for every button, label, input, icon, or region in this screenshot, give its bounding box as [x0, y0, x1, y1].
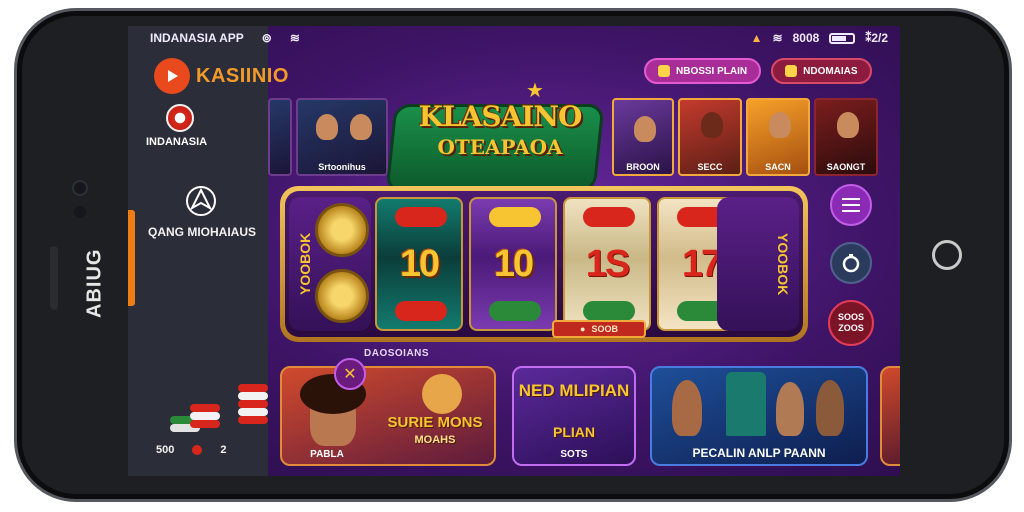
- app-screen: INDANASIA APP ⊚ ≋ ▲ ≋ 8008 ⁑2/2 KASIINIO…: [128, 26, 900, 476]
- footer-value-right: 2: [220, 444, 227, 456]
- nav-item-label[interactable]: QANG MIOHAIAUS: [144, 224, 260, 240]
- game-card-title: NED MLIPIAN: [518, 381, 630, 400]
- spin-button[interactable]: ● SOOB: [552, 320, 646, 338]
- slot-side-text-left: YOOBOK: [297, 232, 313, 296]
- hero-title: KLASAINO: [418, 100, 583, 133]
- games-section-label: DAOSOIANS: [364, 348, 430, 359]
- sidebar-footer: 500 2: [156, 444, 226, 456]
- slot-reels-area: YOOBOK 10 10 1S 17 YOOBOK: [285, 191, 803, 337]
- wifi-icon: ≋: [289, 31, 300, 45]
- hamburger-icon: [842, 198, 860, 212]
- bonus-label: SOOS ZOOS: [837, 312, 864, 333]
- banner-thumb[interactable]: Srtoonihus: [296, 98, 388, 176]
- front-camera-icon: [72, 180, 88, 196]
- slot-side-panel-left: YOOBOK: [289, 197, 371, 331]
- game-card-caption: SOTS: [560, 449, 588, 460]
- play-icon: [154, 58, 190, 94]
- bonus-button[interactable]: SOOS ZOOS: [828, 300, 874, 346]
- phone-bezel-left: ABIUG: [22, 24, 122, 468]
- character-art: [776, 382, 804, 436]
- coin-icon: [315, 203, 369, 257]
- game-card-caption: PABLA: [310, 449, 344, 460]
- star-icon: ★: [526, 80, 544, 102]
- region-label: INDANASIA: [146, 136, 208, 148]
- emblem-icon[interactable]: [184, 184, 218, 218]
- character-art: [672, 380, 702, 436]
- slot-side-text-right: YOOBOK: [775, 232, 791, 296]
- favorite-star-icon[interactable]: ✕: [334, 358, 366, 390]
- hero-subtitle: OTEAPAOA: [437, 135, 563, 159]
- coin-icon: [785, 65, 798, 77]
- sensor-icon: [74, 206, 86, 218]
- menu-button[interactable]: [830, 184, 872, 226]
- phone-brand-label: ABIUG: [83, 248, 106, 318]
- promo-pill-label: NBOSSI PLAIN: [676, 65, 748, 77]
- reel-value: 17: [681, 242, 722, 285]
- casino-chips-icon: [166, 380, 268, 440]
- hero-game-logo[interactable]: KLASAINO OTEAPAOA: [400, 100, 600, 190]
- speaker-grille: [50, 246, 58, 310]
- spin-icon: ●: [580, 324, 586, 334]
- character-art: [816, 380, 844, 436]
- deposit-pill-button[interactable]: NDOMAIAS: [771, 58, 872, 84]
- alert-icon: ▲: [750, 31, 763, 45]
- slot-side-panel-right: YOOBOK: [717, 197, 799, 331]
- game-card-subtitle: MOAHS: [414, 434, 456, 446]
- banner-thumb[interactable]: BROON: [612, 98, 674, 176]
- slot-machine: YOOBOK 10 10 1S 17 YOOBOK: [280, 186, 808, 342]
- tower-art: [726, 372, 766, 436]
- game-card-caption: PECALIN ANLP PAANN: [692, 446, 826, 460]
- coin-icon: [315, 269, 369, 323]
- game-card-title: SURIE MONS: [387, 414, 483, 431]
- spin-label: SOOB: [591, 324, 618, 334]
- game-card[interactable]: PECALIN ANLP PAANN: [650, 366, 868, 466]
- sidebar: KASIINIO INDANASIA QANG MIOHAIAUS 500 2: [128, 26, 288, 476]
- reel-value: 10: [493, 242, 534, 285]
- banner-thumb[interactable]: SECC: [678, 98, 742, 176]
- status-time: 8008: [792, 31, 820, 45]
- status-bar: INDANASIA APP ⊚ ≋ ▲ ≋ 8008 ⁑2/2: [128, 26, 900, 50]
- slot-reel: 1S: [563, 197, 651, 331]
- slot-reel: 10: [469, 197, 557, 331]
- top-actions: NBOSSI PLAIN NDOMAIAS: [644, 58, 872, 84]
- refresh-button[interactable]: [830, 242, 872, 284]
- location-icon: ⊚: [261, 31, 272, 45]
- app-logo[interactable]: KASIINIO: [154, 58, 289, 94]
- gift-icon: [658, 65, 670, 77]
- game-card-edge[interactable]: [880, 366, 900, 466]
- slot-reel: 10: [375, 197, 463, 331]
- carrier-label: INDANASIA APP: [150, 31, 244, 45]
- cat-mascot-art: [422, 374, 462, 414]
- game-card-subtitle: PLIAN: [553, 424, 595, 440]
- signal-icon: ≋: [772, 31, 783, 45]
- game-card[interactable]: NED MLIPIAN PLIAN SOTS: [512, 366, 636, 466]
- refresh-icon: [842, 254, 860, 273]
- nav-active-indicator: [128, 210, 135, 306]
- banner-thumb-edge[interactable]: [268, 98, 292, 176]
- reel-value: 10: [399, 242, 440, 285]
- battery-icon: [829, 32, 856, 44]
- footer-value-left: 500: [156, 444, 175, 456]
- game-card[interactable]: PABLA SURIE MONS MOAHS: [280, 366, 496, 466]
- banner-thumb[interactable]: SAONGT: [814, 98, 878, 176]
- region-flag-icon[interactable]: [166, 104, 194, 132]
- deposit-pill-label: NDOMAIAS: [803, 65, 858, 77]
- network-label: ⁑2/2: [865, 31, 888, 45]
- chip-icon: [192, 445, 203, 455]
- logo-text: KASIINIO: [196, 64, 289, 87]
- banner-thumb[interactable]: SACN: [746, 98, 810, 176]
- reel-value: 1S: [585, 242, 631, 285]
- promo-pill-button[interactable]: NBOSSI PLAIN: [644, 58, 762, 84]
- home-button[interactable]: [932, 240, 962, 270]
